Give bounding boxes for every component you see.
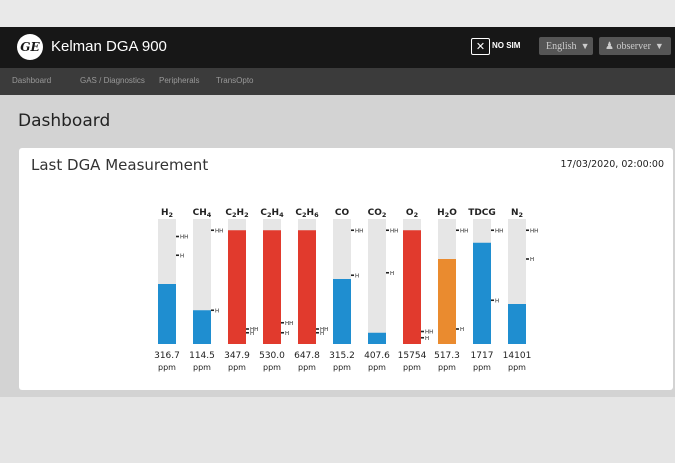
h-marker [176,254,179,257]
hh-marker-label: HH [180,235,188,241]
h-marker [386,271,389,274]
gas-unit: ppm [333,363,351,372]
gas-value: 407.6 [364,351,390,361]
h-marker [246,331,249,334]
gas-unit: ppm [473,363,491,372]
hh-marker [246,328,249,330]
h-marker [211,309,214,312]
gas-unit: ppm [193,363,211,372]
gas-label: C2 H4 [260,208,284,219]
h-marker-label: H [320,331,324,337]
bar-fill [403,230,421,344]
gas-label: N2 [511,208,523,219]
gas-value: 14101 [503,351,532,361]
gas-bars-chart: H2 HHH316.7ppmCH4 HHH114.5ppmC2 H2 HHH34… [154,208,538,372]
h-marker-label: H [425,336,429,342]
gas-value: 347.9 [224,351,250,361]
h-marker [281,331,284,334]
gas-value: 517.3 [434,351,460,361]
gas-value: 1717 [471,351,494,361]
h-marker [316,331,319,334]
hh-marker-label: HH [390,228,398,234]
gas-unit: ppm [403,363,421,372]
hh-marker [526,229,529,232]
bar-track [368,219,386,344]
gas-unit: ppm [228,363,246,372]
gas-value: 647.8 [294,351,320,361]
hh-marker [421,330,424,333]
lower-area [0,397,675,463]
gas-value: 114.5 [189,351,215,361]
h-marker [526,258,529,260]
gas-value: 15754 [398,351,427,361]
gas-label: CO [335,208,350,218]
gas-label: C2 H6 [295,208,319,219]
gas-unit: ppm [263,363,281,372]
gas-label: H2 O [437,208,457,219]
hh-marker [176,235,179,238]
hh-marker [386,229,389,232]
h-marker-label: H [355,273,359,279]
bar-fill [368,332,386,344]
bar-fill [158,284,176,344]
hh-marker-label: HH [355,228,363,234]
h-marker [456,328,459,330]
h-marker-label: H [180,253,184,259]
h-marker-label: H [460,327,464,333]
gas-label: CO2 [368,208,387,219]
hh-marker [456,229,459,232]
hh-marker-label: HH [495,228,503,234]
gas-value: 530.0 [259,351,285,361]
h-marker-label: H [250,331,254,337]
gas-label: TDCG [468,208,496,218]
bar-fill [298,230,316,344]
h-marker-label: H [390,271,394,277]
hh-marker [351,229,354,232]
h-marker-label: H [215,308,219,314]
h-marker-label: H [530,257,534,263]
gas-label: CH4 [193,208,212,219]
gas-label: H2 [161,208,173,219]
h-marker [351,274,354,277]
hh-marker-label: HH [425,330,433,336]
gas-value: 316.7 [154,351,180,361]
bar-fill [438,259,456,344]
gas-value: 315.2 [329,351,355,361]
gas-label: C2 H2 [225,208,248,219]
gas-unit: ppm [368,363,386,372]
hh-marker [316,328,319,330]
hh-marker [491,229,494,232]
bar-fill [263,230,281,344]
hh-marker-label: HH [285,321,293,327]
bar-fill [508,304,526,344]
h-marker [421,336,424,339]
gas-unit: ppm [508,363,526,372]
h-marker [491,299,494,302]
hh-marker [211,229,214,232]
hh-marker-label: HH [530,228,538,234]
bar-fill [473,242,491,344]
gas-label: O2 [406,208,418,219]
bar-fill [193,310,211,344]
h-marker-label: H [495,298,499,304]
gas-unit: ppm [298,363,316,372]
hh-marker-label: HH [215,228,223,234]
gas-unit: ppm [158,363,176,372]
bar-fill [333,279,351,344]
hh-marker-label: HH [460,228,468,234]
bar-fill [228,230,246,344]
h-marker-label: H [285,331,289,337]
hh-marker [281,321,284,324]
gas-unit: ppm [438,363,456,372]
